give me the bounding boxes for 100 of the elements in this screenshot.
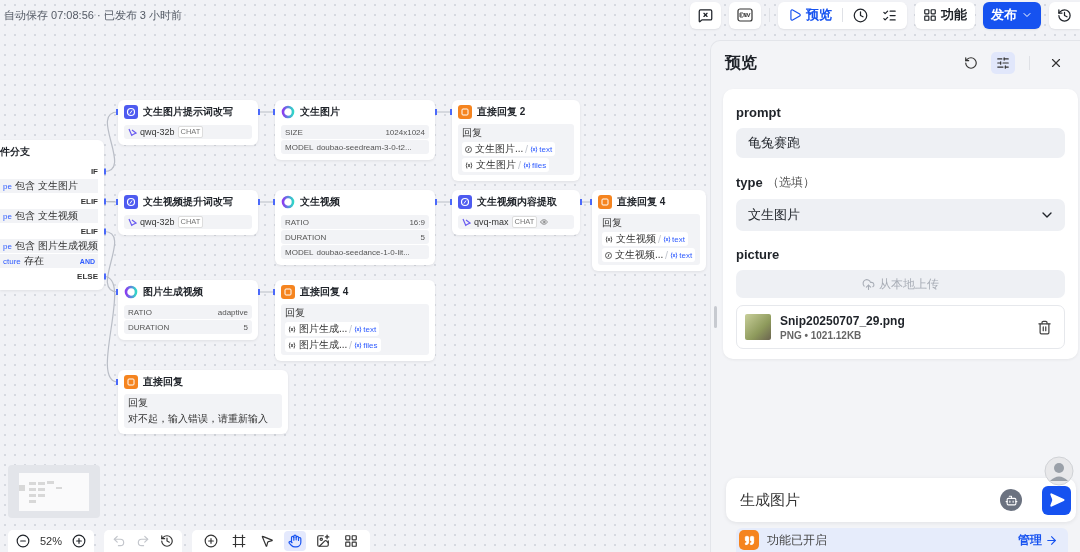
connector-line (103, 198, 119, 205)
output-icon (605, 251, 612, 259)
node-title: 件分支 (0, 145, 30, 159)
node-title: 直接回复 2 (477, 105, 526, 119)
frame-icon (232, 534, 247, 548)
env-icon (737, 8, 753, 22)
param-row: DURATION 5 (281, 230, 429, 244)
variable-icon (288, 325, 296, 333)
chat-toggle-button[interactable] (690, 1, 721, 29)
zoom-in-icon[interactable] (72, 534, 87, 548)
param-row: MODEL doubao-seedream-3-0-t2... (281, 140, 429, 154)
history-icon (1057, 7, 1072, 23)
image-icon (316, 534, 331, 548)
features-button[interactable]: 功能 (915, 1, 975, 29)
reply-node[interactable]: 直接回复 回复 对不起，输入错误，请重新输入 (118, 370, 288, 434)
zoom-out-icon[interactable] (16, 534, 30, 548)
history-button[interactable] (1049, 1, 1080, 29)
connector-line (434, 199, 453, 205)
node-title: 文生图片提示词改写 (143, 105, 233, 119)
output-chip: 文生视频 text (602, 232, 688, 246)
redo-icon (136, 534, 151, 548)
variable-icon (354, 325, 363, 333)
send-icon (1048, 492, 1065, 508)
node-title: 文生图片 (300, 105, 340, 119)
reply-label: 回复 (285, 306, 306, 320)
history-icon (160, 534, 175, 548)
reply-label: 回复 (602, 216, 623, 230)
play-icon (788, 8, 802, 22)
reply-node[interactable]: 直接回复 4 回复 图片生成... text 图片生成... files (275, 280, 435, 361)
generation-node[interactable]: 图片生成视频 RATIO adaptive DURATION 5 (118, 280, 258, 340)
chat-input-box[interactable]: 生成图片 (726, 478, 1076, 522)
send-button[interactable] (1042, 485, 1071, 515)
param-row: DURATION 5 (124, 320, 252, 334)
file-name: Snip20250707_29.png (780, 313, 906, 328)
node-title: 文生视频提升词改写 (143, 195, 233, 209)
field-label: picture (736, 247, 780, 262)
param-row: SIZE 1024x1024 (281, 125, 429, 139)
connector-line (257, 289, 276, 295)
clock-icon (853, 7, 868, 23)
prompt-input[interactable]: 龟兔赛跑 (736, 128, 1065, 158)
output-chip: 文生图片 files (462, 158, 550, 172)
generation-node[interactable]: 文生图片 SIZE 1024x1024 MODEL doubao-seedream-3-0-t2... (275, 100, 435, 160)
type-select[interactable]: 文生图片 (736, 199, 1065, 231)
hand-tool[interactable] (284, 531, 307, 551)
param-row: RATIO 16:9 (281, 215, 429, 229)
sliders-icon (996, 56, 1010, 70)
node-title: 直接回复 (143, 375, 183, 389)
reply-label: 回复 (462, 126, 483, 140)
variable-icon (670, 251, 679, 259)
node-title: 直接回复 4 (300, 285, 349, 299)
model-logo-icon (128, 217, 137, 227)
condition-row: pe 包含 图片生成视频 (0, 239, 98, 253)
variable-icon (354, 341, 363, 349)
panel-title: 预览 (725, 52, 758, 73)
manage-link[interactable]: 管理 (1018, 531, 1058, 549)
env-button[interactable] (729, 1, 761, 29)
branch-label: ELIF (80, 197, 98, 206)
zoom-level: 52% (40, 535, 63, 547)
reply-node-icon (598, 195, 612, 209)
publish-button[interactable]: 发布 (983, 1, 1041, 29)
node-title: 文生视频 (300, 195, 340, 209)
photo-placeholder (745, 314, 771, 340)
arrow-right-icon (1045, 533, 1058, 547)
grid-icon (923, 8, 937, 22)
variable-icon (523, 161, 531, 169)
generation-node[interactable]: 文生视频 RATIO 16:9 DURATION 5 MODEL doubao-seedance-1-0-lit... (275, 190, 435, 265)
output-chip: 文生视频... text (602, 248, 696, 262)
variable-icon (663, 235, 671, 243)
ring-logo-icon (124, 285, 138, 299)
bot-icon[interactable] (1000, 489, 1022, 511)
reply-node-icon (281, 285, 295, 299)
quote-icon (739, 530, 759, 550)
branch-label: ELSE (77, 272, 98, 281)
reply-node[interactable]: 直接回复 4 回复 文生视频 text 文生视频... text (592, 190, 706, 271)
ring-logo-icon (281, 105, 295, 119)
resize-handle[interactable] (714, 306, 717, 328)
reply-message: 对不起，输入错误，请重新输入 (128, 412, 269, 425)
reply-label: 回复 (128, 396, 149, 410)
output-chip: 文生图片... text (462, 142, 556, 156)
variable-icon (605, 235, 613, 243)
hand-icon (288, 534, 303, 548)
connector-line (579, 199, 593, 205)
branch-label: ELIF (80, 227, 98, 236)
chat-input[interactable]: 生成图片 (738, 490, 990, 510)
param-row: MODEL doubao-seedance-1-0-lit... (281, 245, 429, 259)
field-label: prompt (736, 105, 781, 120)
model-node-icon (458, 195, 472, 209)
model-node-icon (124, 195, 138, 209)
checklist-icon (882, 7, 897, 23)
condition-row: pe 包含 文生视频 (0, 209, 98, 223)
delete-icon[interactable] (1037, 319, 1052, 335)
settings-button[interactable] (991, 52, 1015, 74)
undo-icon (112, 534, 127, 548)
ring-logo-icon (281, 195, 295, 209)
file-info: PNG • 1021.12KB (780, 329, 863, 341)
reply-node-icon (458, 105, 472, 119)
reply-node[interactable]: 直接回复 2 回复 文生图片... text 文生图片 files (452, 100, 580, 181)
optional-hint: （选填） (766, 174, 815, 191)
history-button[interactable] (160, 534, 175, 548)
save-status: 自动保存 07:08:56 · 已发布 3 小时前 (4, 7, 182, 23)
